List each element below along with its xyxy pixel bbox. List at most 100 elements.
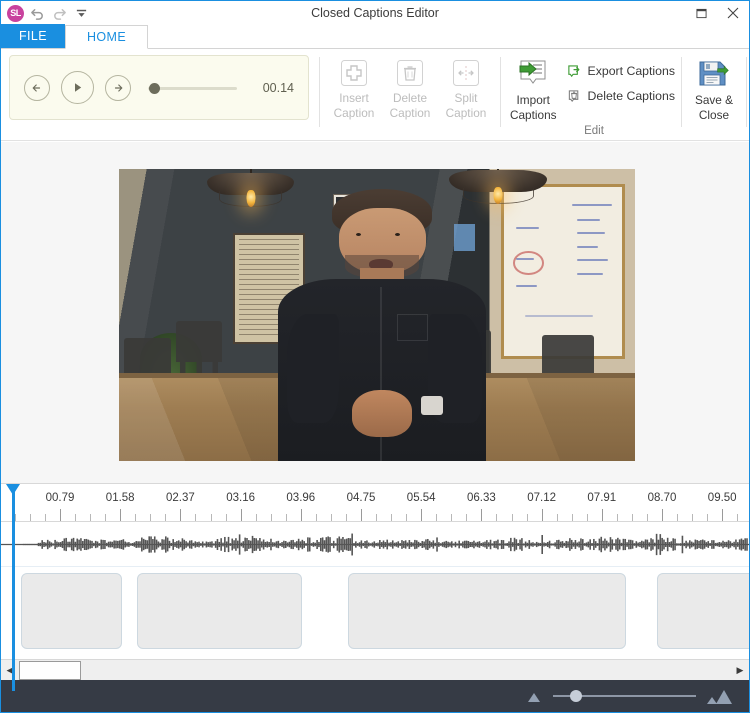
insert-caption-line1: Insert — [339, 91, 369, 105]
play-button[interactable] — [61, 71, 94, 104]
ruler-tick-minor — [165, 514, 166, 521]
delete-captions-button[interactable]: Delete Captions — [563, 85, 680, 107]
ruler-tick-label: 06.33 — [467, 492, 496, 504]
quick-access-toolbar: SL — [1, 4, 90, 22]
ruler-tick-minor — [466, 514, 467, 521]
playhead[interactable] — [6, 484, 20, 691]
delete-caption-button[interactable]: Delete Caption — [382, 53, 438, 121]
ruler-tick-major — [541, 509, 543, 521]
zoom-in-icon[interactable] — [705, 688, 735, 705]
ruler-tick-label: 08.70 — [647, 492, 677, 504]
ruler-tick-minor — [692, 514, 693, 521]
ruler-tick-major — [60, 509, 61, 521]
customize-qat-icon[interactable] — [73, 5, 90, 22]
trash-icon — [395, 58, 425, 88]
scroll-right-arrow-icon[interactable]: ▶ — [731, 660, 749, 680]
ruler-tick-minor — [647, 514, 648, 521]
save-and-close-button[interactable]: Save & Close — [686, 53, 742, 123]
save-close-line1: Save & — [694, 93, 734, 107]
caption-block-3[interactable] — [348, 573, 626, 649]
ruler-tick-minor — [226, 514, 227, 521]
split-caption-button[interactable]: Split Caption — [438, 53, 494, 121]
ruler-tick-minor — [436, 514, 437, 521]
ruler-tick-minor — [527, 514, 528, 521]
timeline-ruler[interactable]: 00.79 01.58 02.37 03.16 03.96 04.75 05.54 06.33… — [1, 484, 749, 522]
horizontal-scrollbar[interactable]: ◀ ▶ — [1, 659, 749, 680]
caption-block-2[interactable] — [137, 573, 302, 649]
zoom-out-icon[interactable] — [524, 690, 544, 703]
ruler-tick-major — [601, 509, 603, 521]
zoom-slider[interactable] — [553, 689, 696, 703]
ruler-tick-major — [120, 509, 122, 521]
ribbon-separator-1 — [319, 57, 320, 127]
playback-slider[interactable] — [148, 81, 237, 95]
ruler-tick-major — [421, 509, 423, 521]
plus-icon — [339, 58, 369, 88]
save-group: Save & Close — [686, 49, 742, 141]
scroll-left-arrow-icon[interactable]: ◀ — [1, 660, 19, 680]
ruler-tick-minor — [286, 514, 287, 521]
edit-group: Import Captions Export Captions Delete C… — [509, 49, 679, 141]
tab-file[interactable]: FILE — [1, 24, 65, 48]
caption-block-1[interactable] — [21, 573, 122, 649]
save-close-line2: Close — [698, 108, 730, 122]
export-captions-label: Export Captions — [587, 64, 676, 78]
video-stage — [1, 142, 749, 483]
delete-captions-label: Delete Captions — [587, 89, 676, 103]
ruler-tick-minor — [105, 514, 106, 521]
insert-caption-button[interactable]: Insert Caption — [326, 53, 382, 121]
playback-panel: 00.14 — [9, 55, 309, 120]
zoom-slider-thumb[interactable] — [570, 690, 583, 702]
timeline: 00.79 01.58 02.37 03.16 03.96 04.75 05.54 06.33… — [1, 483, 749, 712]
ruler-tick-major — [722, 509, 724, 521]
redo-icon[interactable] — [51, 5, 68, 22]
maximize-icon[interactable] — [685, 1, 717, 25]
video-preview[interactable] — [119, 169, 635, 461]
ruler-tick-major — [481, 509, 483, 521]
ruler-tick-minor — [331, 514, 332, 521]
ruler-tick-minor — [512, 514, 513, 521]
ruler-tick-minor — [346, 514, 347, 521]
step-back-button[interactable] — [24, 74, 50, 101]
scene-chair-1 — [175, 320, 223, 390]
ruler-tick-label: 04.75 — [346, 492, 376, 504]
ribbon-separator-3 — [681, 57, 682, 127]
caption-lane[interactable] — [1, 568, 749, 653]
close-icon[interactable] — [717, 1, 749, 25]
scene-person — [274, 189, 491, 461]
waveform[interactable] — [1, 522, 749, 567]
account-badge[interactable]: SL — [7, 4, 24, 22]
ruler-tick-label: 02.37 — [166, 492, 195, 504]
caption-group: Insert Caption Delete Caption Split Capt… — [326, 49, 494, 141]
undo-icon[interactable] — [29, 5, 46, 22]
split-icon — [451, 58, 481, 88]
ruler-tick-minor — [632, 514, 633, 521]
insert-caption-line2: Caption — [333, 106, 375, 120]
ruler-tick-minor — [391, 514, 392, 521]
ruler-tick-minor — [30, 514, 31, 521]
ruler-tick-label: 05.54 — [406, 492, 436, 504]
ruler-tick-minor — [316, 514, 317, 521]
export-captions-button[interactable]: Export Captions — [563, 60, 680, 82]
import-captions-button[interactable]: Import Captions — [509, 53, 558, 123]
step-forward-button[interactable] — [105, 74, 131, 101]
playback-slider-thumb[interactable] — [149, 82, 160, 94]
video-scene — [119, 169, 635, 461]
ruler-tick-label: 00.79 — [45, 492, 75, 504]
caption-block-4[interactable] — [657, 573, 749, 649]
ribbon: 00.14 Insert Caption Delete Caption Spli… — [1, 49, 749, 141]
ruler-tick-major — [180, 509, 182, 521]
edit-group-label: Edit — [584, 125, 604, 137]
scrollbar-thumb[interactable] — [19, 660, 81, 680]
ribbon-tab-strip: FILE HOME — [1, 24, 749, 49]
waveform-svg — [1, 533, 749, 556]
editor-content: 00.79 01.58 02.37 03.16 03.96 04.75 05.54 06.33… — [1, 142, 749, 712]
playhead-handle[interactable] — [6, 484, 20, 495]
tab-home[interactable]: HOME — [65, 25, 149, 49]
ruler-tick-label: 07.12 — [527, 492, 556, 504]
window-controls — [685, 1, 749, 25]
ruler-tick-major — [240, 509, 242, 521]
ruler-tick-minor — [707, 514, 708, 521]
ruler-tick-minor — [557, 514, 558, 521]
ruler-tick-minor — [150, 514, 151, 521]
